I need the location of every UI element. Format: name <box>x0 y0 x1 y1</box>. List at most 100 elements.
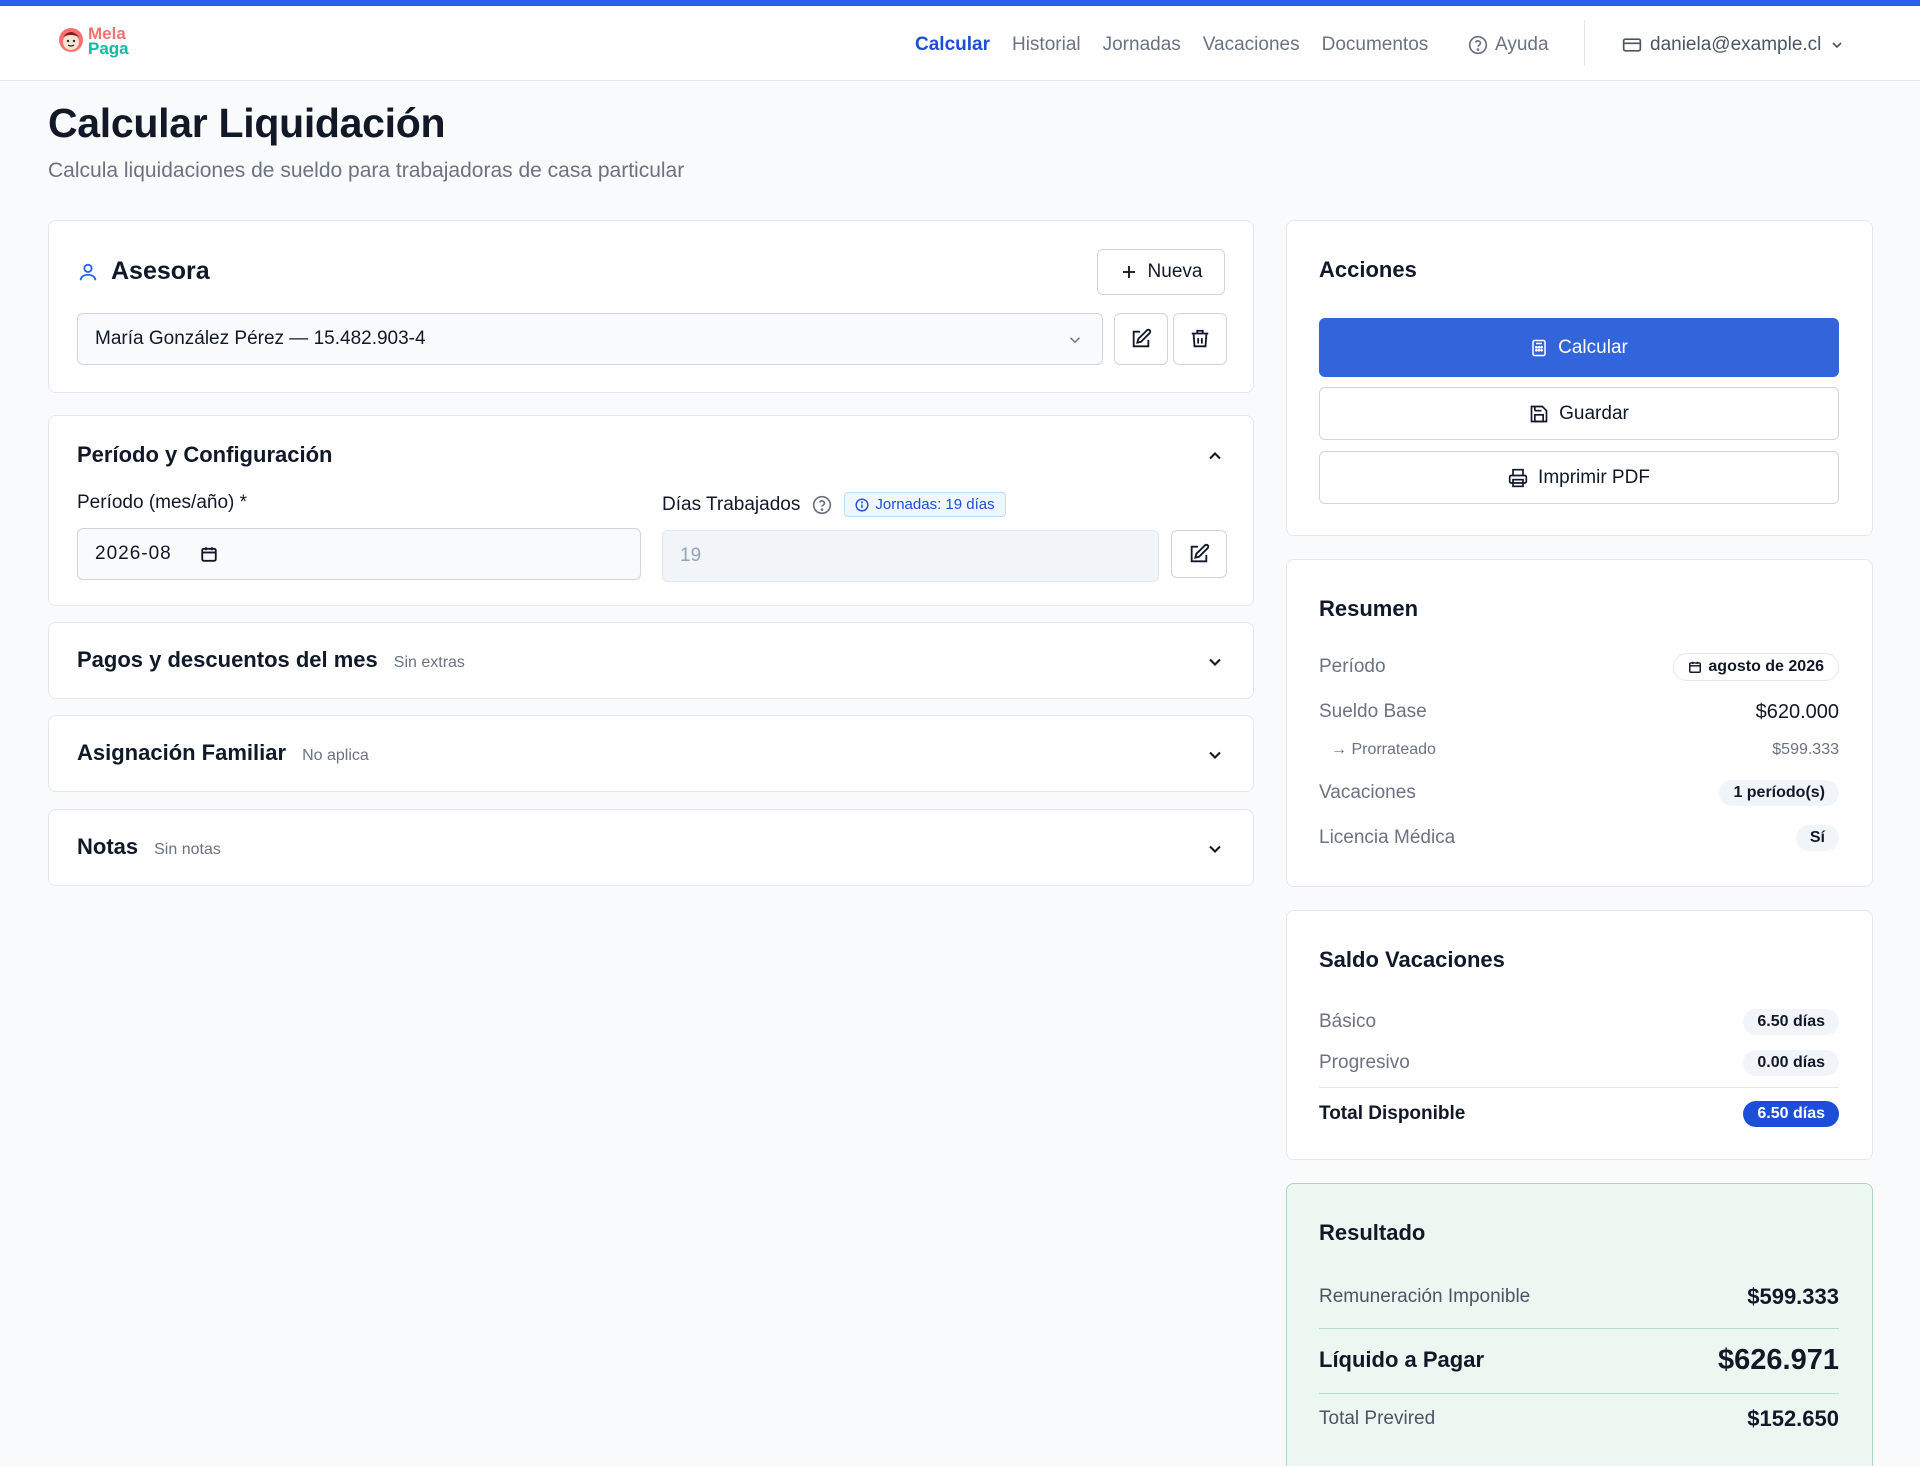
saldo-divider <box>1319 1087 1839 1088</box>
calcular-button[interactable]: Calcular <box>1319 318 1839 377</box>
resultado-card: Resultado Remuneración Imponible $599.33… <box>1286 1183 1873 1466</box>
resultado-liquido-label: Líquido a Pagar <box>1319 1347 1485 1372</box>
chevron-down-icon[interactable] <box>1205 839 1225 859</box>
resultado-previred-label: Total Previred <box>1319 1408 1436 1429</box>
edit-asesora-button[interactable] <box>1114 313 1168 365</box>
asesora-selected-value: María González Pérez — 15.482.903-4 <box>95 328 426 349</box>
pagos-note: Sin extras <box>393 654 465 671</box>
calendar-icon[interactable] <box>200 545 218 563</box>
guardar-label: Guardar <box>1559 402 1629 424</box>
resumen-row-prorrateado: → Prorrateado $599.333 <box>1331 738 1839 762</box>
edit-icon <box>1132 328 1152 348</box>
calcular-label: Calcular <box>1558 336 1628 358</box>
resultado-row-imponible: Remuneración Imponible $599.333 <box>1319 1280 1839 1314</box>
nav-link-historial[interactable]: Historial <box>1012 34 1081 56</box>
card-icon <box>1622 38 1642 52</box>
resumen-row-sueldo: Sueldo Base $620.000 <box>1319 697 1839 727</box>
nav-divider <box>1584 20 1585 66</box>
nav-link-jornadas[interactable]: Jornadas <box>1103 34 1181 56</box>
resumen-periodo-value: agosto de 2026 <box>1708 658 1824 675</box>
resumen-title: Resumen <box>1319 596 1419 621</box>
periodo-card: Período y Configuración Período (mes/año… <box>48 415 1254 606</box>
guardar-button[interactable]: Guardar <box>1319 387 1839 440</box>
asesora-title: Asesora <box>111 257 210 285</box>
chevron-down-icon[interactable] <box>1205 652 1225 672</box>
nav-help-link[interactable]: Ayuda <box>1468 30 1549 60</box>
asesora-card: Asesora Nueva María González Pérez — 15.… <box>48 220 1254 393</box>
resumen-sueldo-label: Sueldo Base <box>1319 701 1427 722</box>
resumen-sueldo-value: $620.000 <box>1755 700 1839 723</box>
resultado-imponible-label: Remuneración Imponible <box>1319 1286 1531 1307</box>
saldo-row-progresivo: Progresivo 0.00 días <box>1319 1048 1839 1078</box>
user-menu[interactable]: daniela@example.cl <box>1622 30 1845 60</box>
resumen-vacaciones-badge: 1 período(s) <box>1719 780 1839 806</box>
resumen-prorrateado-label: → Prorrateado <box>1331 741 1436 758</box>
asignacion-note: No aplica <box>302 747 369 764</box>
period-label: Período (mes/año) * <box>77 492 248 513</box>
saldo-total-badge: 6.50 días <box>1743 1101 1839 1127</box>
acciones-title: Acciones <box>1319 257 1417 282</box>
resumen-card: Resumen Período agosto de 2026 Sueldo Ba… <box>1286 559 1873 887</box>
resultado-divider-2 <box>1319 1393 1839 1394</box>
saldo-row-basico: Básico 6.50 días <box>1319 1007 1839 1037</box>
edit-icon <box>1190 543 1210 563</box>
notas-note: Sin notas <box>154 841 221 858</box>
edit-days-button[interactable] <box>1171 530 1227 578</box>
page-subtitle: Calcula liquidaciones de sueldo para tra… <box>48 159 685 182</box>
saldo-title: Saldo Vacaciones <box>1319 947 1505 972</box>
nav-link-documentos[interactable]: Documentos <box>1322 34 1429 56</box>
jornadas-badge: Jornadas: 19 días <box>844 492 1006 517</box>
nav-link-calcular[interactable]: Calcular <box>915 34 990 56</box>
user-email: daniela@example.cl <box>1650 34 1822 55</box>
resumen-prorrateado-value: $599.333 <box>1772 741 1839 758</box>
resultado-row-previred: Total Previred $152.650 <box>1319 1402 1839 1436</box>
printer-icon <box>1508 468 1528 487</box>
page-title: Calcular Liquidación <box>48 100 446 146</box>
resultado-imponible-value: $599.333 <box>1747 1284 1839 1309</box>
new-asesora-label: Nueva <box>1147 261 1203 282</box>
saldo-progresivo-label: Progresivo <box>1319 1052 1410 1073</box>
brand-logo[interactable]: Mela Paga <box>57 25 129 57</box>
period-input[interactable]: 2026-08 <box>77 528 641 580</box>
days-label: Días Trabajados <box>662 493 801 515</box>
days-input[interactable]: 19 <box>662 530 1159 582</box>
resultado-previred-value: $152.650 <box>1747 1406 1839 1431</box>
asesora-select[interactable]: María González Pérez — 15.482.903-4 <box>77 313 1103 365</box>
delete-asesora-button[interactable] <box>1173 313 1227 365</box>
resumen-vacaciones-label: Vacaciones <box>1319 782 1416 803</box>
new-asesora-button[interactable]: Nueva <box>1097 249 1225 295</box>
help-circle-icon[interactable] <box>812 495 832 515</box>
user-icon <box>79 263 97 280</box>
resumen-licencia-badge: Sí <box>1795 825 1839 851</box>
nav-link-vacaciones[interactable]: Vacaciones <box>1203 34 1300 56</box>
resultado-title: Resultado <box>1319 1220 1426 1245</box>
notas-section[interactable]: Notas Sin notas <box>48 809 1254 886</box>
resumen-row-periodo: Período agosto de 2026 <box>1319 652 1839 682</box>
imprimir-label: Imprimir PDF <box>1538 466 1650 488</box>
chevron-down-icon[interactable] <box>1205 745 1225 765</box>
resumen-licencia-label: Licencia Médica <box>1319 827 1456 848</box>
top-navbar: Mela Paga Calcular Historial Jornadas Va… <box>0 6 1920 81</box>
chevron-up-icon[interactable] <box>1205 446 1225 466</box>
nav-help-label: Ayuda <box>1495 34 1549 55</box>
resultado-divider-1 <box>1319 1328 1839 1329</box>
notas-title: Notas <box>77 834 139 859</box>
logo-face-icon <box>59 28 83 52</box>
brand-line2: Paga <box>88 39 129 58</box>
saldo-basico-badge: 6.50 días <box>1743 1009 1839 1035</box>
calendar-icon <box>1689 661 1702 673</box>
save-icon <box>1530 405 1548 422</box>
pagos-section[interactable]: Pagos y descuentos del mes Sin extras <box>48 622 1254 699</box>
plus-icon <box>1122 266 1135 278</box>
imprimir-button[interactable]: Imprimir PDF <box>1319 451 1839 504</box>
nav-links: Calcular Historial Jornadas Vacaciones D… <box>915 30 1428 60</box>
trash-icon <box>1191 329 1209 348</box>
help-circle-icon <box>1468 35 1488 55</box>
periodo-title: Período y Configuración <box>77 442 333 467</box>
asignacion-section[interactable]: Asignación Familiar No aplica <box>48 715 1254 792</box>
saldo-progresivo-badge: 0.00 días <box>1743 1050 1839 1076</box>
chevron-down-icon <box>1832 42 1842 49</box>
acciones-card: Acciones Calcular Guardar Imprimir PDF <box>1286 220 1873 536</box>
saldo-basico-label: Básico <box>1319 1011 1377 1032</box>
resumen-periodo-badge: agosto de 2026 <box>1673 653 1839 681</box>
